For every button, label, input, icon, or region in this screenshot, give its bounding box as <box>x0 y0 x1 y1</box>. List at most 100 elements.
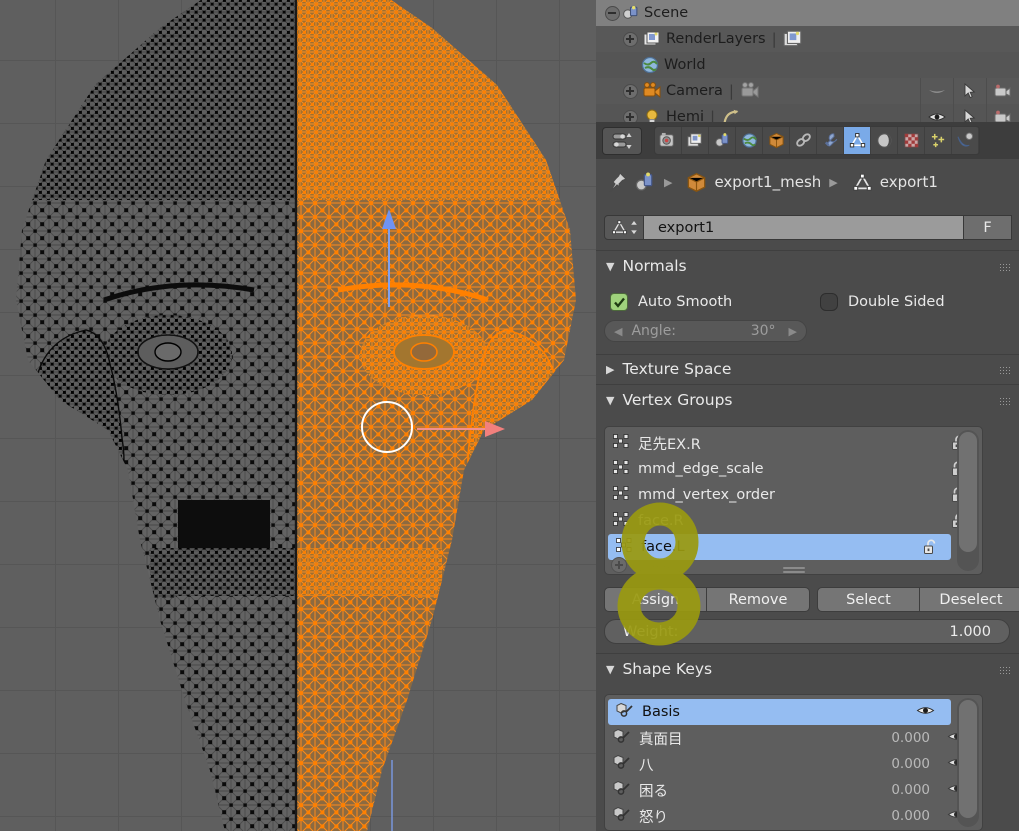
shape-key-row-selected[interactable]: Basis <box>608 699 951 725</box>
properties-tabs[interactable] <box>654 126 980 155</box>
weight-value[interactable]: 1.000 <box>949 624 991 640</box>
weight-label: Weight: <box>623 623 679 640</box>
vertex-group-weight-field[interactable]: Weight: 1.000 <box>604 619 1010 644</box>
outliner-row-scene[interactable]: Scene <box>596 0 1019 26</box>
tab-material[interactable] <box>871 127 898 154</box>
outliner-row-renderlayers[interactable]: RenderLayers | <box>596 26 1019 52</box>
outliner-label: Hemi <box>666 109 704 122</box>
vertex-group-row-selected[interactable]: face.L <box>608 534 951 560</box>
outliner-editor[interactable]: Scene RenderLayers | World Camera | Hemi… <box>596 0 1019 122</box>
scene-icon[interactable] <box>634 171 656 193</box>
shape-key-name: 真面目 <box>639 731 683 748</box>
increment-arrow-icon[interactable]: ▶ <box>780 325 806 338</box>
manipulator-z-arrow-icon[interactable] <box>382 209 396 229</box>
expand-collapse-toggle[interactable] <box>623 109 638 122</box>
outliner-row-camera[interactable]: Camera | <box>596 78 1019 104</box>
angle-value[interactable]: 30° <box>751 323 776 339</box>
breadcrumb: ▶ export1_mesh ▶ export1 <box>596 159 1019 205</box>
add-vertex-group-inline-button[interactable] <box>611 557 627 573</box>
shape-key-row[interactable]: 困る 0.000 <box>605 777 982 803</box>
vertex-group-action-buttons[interactable]: Assign Remove Select Deselect <box>604 587 1019 612</box>
manipulator-center-circle[interactable] <box>361 401 413 453</box>
tab-object-data[interactable] <box>844 127 871 154</box>
properties-tab-bar[interactable] <box>596 122 1019 159</box>
selectability-cursor-icon[interactable] <box>953 78 986 104</box>
shape-keys-scrollbar[interactable] <box>957 698 979 827</box>
mesh-data-icon[interactable] <box>604 215 644 240</box>
pin-icon[interactable] <box>606 171 628 193</box>
auto-smooth-angle-field[interactable]: ◀ Angle: 30° ▶ <box>604 320 807 342</box>
shape-key-row[interactable]: 八 0.000 <box>605 751 982 777</box>
camera-data-icon[interactable] <box>740 81 760 101</box>
expand-collapse-toggle[interactable] <box>623 31 638 47</box>
manipulator-x-arrow-icon[interactable] <box>485 421 505 437</box>
tab-particles[interactable] <box>925 127 952 154</box>
auto-smooth-checkbox[interactable] <box>610 293 628 311</box>
unlocked-icon[interactable] <box>923 538 940 560</box>
double-sided-row[interactable]: Double Sided <box>820 293 945 311</box>
panel-header-shape-keys[interactable]: ▼ Shape Keys <box>596 655 1019 683</box>
vertex-group-row[interactable]: mmd_vertex_order <box>605 482 982 508</box>
transform-manipulator[interactable] <box>361 209 505 453</box>
panel-header-vertex-groups[interactable]: ▼ Vertex Groups <box>596 386 1019 414</box>
shape-key-value[interactable]: 0.000 <box>891 808 930 824</box>
panel-header-texture-space[interactable]: ▶ Texture Space <box>596 355 1019 383</box>
remove-button[interactable]: Remove <box>707 587 810 612</box>
renderability-camera-icon[interactable] <box>986 78 1019 104</box>
visibility-eye-icon[interactable] <box>920 78 953 104</box>
shape-key-value[interactable]: 0.000 <box>891 782 930 798</box>
vertex-group-name: 足先EX.R <box>638 436 701 453</box>
mesh-datablock-field[interactable]: export1 F <box>604 215 1012 240</box>
manipulator-x-axis[interactable] <box>417 428 489 430</box>
tab-world[interactable] <box>736 127 763 154</box>
hemi-lamp-icon[interactable] <box>721 107 741 122</box>
shape-key-row[interactable]: 真面目 0.000 <box>605 725 982 751</box>
tab-object[interactable] <box>763 127 790 154</box>
breadcrumb-data-label[interactable]: export1 <box>880 173 938 191</box>
manipulator-z-axis[interactable] <box>388 225 390 307</box>
shape-key-icon <box>613 780 631 800</box>
outliner-row-hemi[interactable]: Hemi | <box>596 104 1019 122</box>
tab-texture[interactable] <box>898 127 925 154</box>
double-sided-checkbox[interactable] <box>820 293 838 311</box>
3d-viewport[interactable] <box>0 0 596 831</box>
shape-key-row[interactable]: 怒り 0.000 <box>605 803 982 829</box>
scrollbar-thumb[interactable] <box>959 700 977 818</box>
vertex-group-row[interactable]: face.R <box>605 508 982 534</box>
expand-collapse-toggle[interactable] <box>623 83 638 99</box>
visibility-eye-icon[interactable] <box>920 104 953 122</box>
auto-smooth-row[interactable]: Auto Smooth <box>610 293 732 311</box>
shape-keys-list[interactable]: Basis 真面目 0.000 八 0.000 困る 0.000 怒り 0.00… <box>604 694 983 831</box>
selectability-cursor-icon[interactable] <box>953 104 986 122</box>
mesh-name-input[interactable]: export1 <box>644 215 964 240</box>
decrement-arrow-icon[interactable]: ◀ <box>605 325 631 338</box>
scrollbar-thumb[interactable] <box>959 432 977 552</box>
vertex-group-row[interactable]: 足先EX.R <box>605 430 982 456</box>
shape-key-value[interactable]: 0.000 <box>891 756 930 772</box>
vertex-groups-scrollbar[interactable] <box>957 430 979 571</box>
tab-modifiers[interactable] <box>817 127 844 154</box>
tab-physics[interactable] <box>952 127 979 154</box>
shape-key-value[interactable]: 0.000 <box>891 730 930 746</box>
list-resize-grip[interactable] <box>782 565 805 573</box>
panel-header-normals[interactable]: ▼ Normals <box>596 252 1019 280</box>
shape-key-visibility-eye-icon[interactable] <box>916 704 935 721</box>
assign-button[interactable]: Assign <box>604 587 707 612</box>
tab-render[interactable] <box>655 127 682 154</box>
outliner-row-world[interactable]: World <box>596 52 1019 78</box>
tab-render-layers[interactable] <box>682 127 709 154</box>
deselect-button[interactable]: Deselect <box>920 587 1019 612</box>
vertex-group-icon <box>613 511 630 531</box>
breadcrumb-object-label[interactable]: export1_mesh <box>714 173 821 191</box>
editor-type-switch[interactable] <box>602 126 642 155</box>
select-button[interactable]: Select <box>817 587 920 612</box>
tab-constraints[interactable] <box>790 127 817 154</box>
vertex-group-row[interactable]: mmd_edge_scale <box>605 456 982 482</box>
object-cube-icon <box>686 172 707 193</box>
vertex-groups-list[interactable]: 足先EX.R mmd_edge_scale mmd_vertex_order f… <box>604 426 983 575</box>
tab-scene[interactable] <box>709 127 736 154</box>
renderlayers-icon[interactable] <box>783 29 803 49</box>
renderability-camera-icon[interactable] <box>986 104 1019 122</box>
fake-user-button[interactable]: F <box>964 215 1012 240</box>
expand-collapse-toggle[interactable] <box>605 5 620 21</box>
